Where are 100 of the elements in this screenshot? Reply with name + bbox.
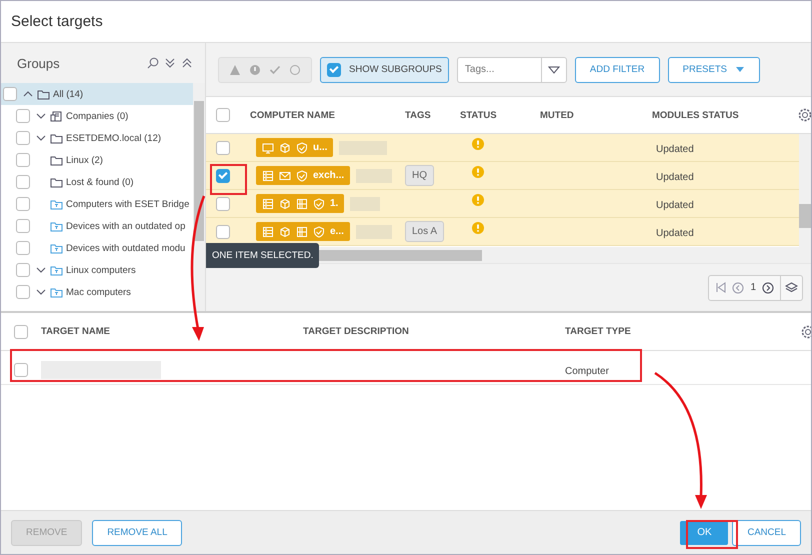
- highlight-frame: [210, 164, 247, 195]
- checkbox[interactable]: [16, 241, 30, 255]
- checkbox[interactable]: [216, 196, 230, 210]
- column-header[interactable]: TARGET TYPE: [565, 326, 775, 337]
- tree-item[interactable]: Devices with outdated modu: [1, 237, 193, 259]
- package-icon: [279, 142, 291, 154]
- package-icon: [279, 198, 291, 210]
- folder-icon: [50, 132, 63, 144]
- folder-icon: [50, 286, 63, 298]
- building-icon: [50, 110, 63, 122]
- window-title: Select targets: [11, 13, 103, 30]
- table-cell: Updated: [656, 200, 694, 210]
- table-cell: Computer: [565, 366, 609, 376]
- table-cell: Updated: [656, 172, 694, 182]
- settings-icon: [801, 324, 811, 338]
- table-cell: Updated: [656, 228, 694, 238]
- server-icon: [262, 226, 274, 238]
- scrollbar[interactable]: [799, 134, 811, 247]
- cancel-button[interactable]: CANCEL: [732, 520, 801, 546]
- column-header[interactable]: TAGS: [405, 110, 460, 120]
- column-header[interactable]: TARGET DESCRIPTION: [303, 326, 565, 337]
- remove-all-button[interactable]: REMOVE ALL: [92, 520, 182, 546]
- server-icon: [262, 170, 274, 182]
- tag-chip[interactable]: Los A: [405, 221, 444, 242]
- checkbox[interactable]: [16, 109, 30, 123]
- tags-field[interactable]: Tags...: [456, 56, 541, 82]
- folder-icon: [50, 264, 63, 276]
- caret-icon: [548, 66, 560, 74]
- tree-item[interactable]: Computers with ESET Bridge: [1, 193, 193, 215]
- checkbox[interactable]: [216, 108, 230, 122]
- grid-icon: [296, 226, 308, 238]
- shield-check-icon: [296, 142, 308, 154]
- scrollbar[interactable]: [193, 83, 205, 311]
- exclamation-icon: [249, 64, 261, 76]
- shield-check-icon: [313, 226, 325, 238]
- selection-tooltip: ONE ITEM SELECTED.: [206, 243, 320, 268]
- checkbox[interactable]: [16, 131, 30, 145]
- checkbox[interactable]: [16, 153, 30, 167]
- check-icon: [269, 64, 281, 76]
- checkbox[interactable]: [14, 362, 28, 376]
- next-page-icon: [762, 282, 774, 294]
- checkbox[interactable]: [216, 224, 230, 238]
- tree-item[interactable]: Lost & found (0): [1, 171, 193, 193]
- column-header[interactable]: MUTED: [540, 110, 640, 120]
- folder-icon: [50, 154, 63, 166]
- folder-icon: [50, 198, 63, 210]
- layers-button[interactable]: [781, 274, 803, 300]
- folder-icon: [50, 242, 63, 254]
- checkbox[interactable]: [16, 175, 30, 189]
- tree-item[interactable]: Companies (0): [1, 105, 193, 127]
- server-icon: [262, 198, 274, 210]
- dropdown-button[interactable]: [540, 56, 567, 82]
- presets-button[interactable]: PRESETS: [668, 56, 760, 82]
- folder-icon: [50, 220, 63, 232]
- checkbox[interactable]: [3, 87, 17, 101]
- package-icon: [279, 226, 291, 238]
- first-page-icon: [715, 282, 726, 293]
- circle-icon: [289, 64, 301, 76]
- column-header[interactable]: TARGET NAME: [41, 326, 303, 337]
- checkbox[interactable]: [16, 263, 30, 277]
- column-header[interactable]: STATUS: [460, 110, 540, 120]
- warning-icon: [472, 138, 484, 150]
- checkbox[interactable]: [216, 140, 230, 154]
- search-icon: [147, 57, 159, 69]
- column-header[interactable]: COMPUTER NAME: [240, 110, 405, 120]
- tree-item[interactable]: Linux (2): [1, 149, 193, 171]
- show-subgroups-toggle[interactable]: SHOW SUBGROUPS: [320, 56, 449, 82]
- add-filter-button[interactable]: ADD FILTER: [574, 56, 660, 82]
- warning-icon: [472, 166, 484, 178]
- checkbox[interactable]: [16, 197, 30, 211]
- tree-item[interactable]: All (14): [1, 83, 193, 105]
- tree-item[interactable]: ESETDEMO.local (12): [1, 127, 193, 149]
- checkbox[interactable]: [16, 285, 30, 299]
- monitor-icon: [262, 142, 274, 154]
- warning-icon: [472, 222, 484, 234]
- page-number: 1: [750, 282, 756, 293]
- expand-all-icon: [164, 57, 176, 69]
- warning-icon: [229, 64, 241, 76]
- status-filter-group[interactable]: [218, 56, 312, 82]
- checkbox[interactable]: [14, 324, 28, 338]
- table-cell: Updated: [656, 144, 694, 154]
- checkbox[interactable]: [216, 168, 230, 182]
- column-header[interactable]: MODULES STATUS: [640, 110, 792, 120]
- envelope-icon: [279, 170, 291, 182]
- settings-icon: [798, 108, 811, 122]
- grid-icon: [296, 198, 308, 210]
- highlight-frame: [686, 520, 738, 549]
- collapse-all-icon: [181, 57, 193, 69]
- checkbox[interactable]: [16, 219, 30, 233]
- warning-icon: [472, 194, 484, 206]
- shield-check-icon: [296, 170, 308, 182]
- panel-title: Groups: [17, 56, 60, 70]
- tree-item[interactable]: Linux computers: [1, 259, 193, 281]
- folder-icon: [37, 88, 50, 100]
- caret-icon: [734, 66, 745, 73]
- layers-icon: [785, 282, 798, 294]
- shield-check-icon: [313, 198, 325, 210]
- tree-item[interactable]: Devices with an outdated op: [1, 215, 193, 237]
- tag-chip[interactable]: HQ: [405, 165, 434, 186]
- tree-item[interactable]: Mac computers: [1, 281, 193, 303]
